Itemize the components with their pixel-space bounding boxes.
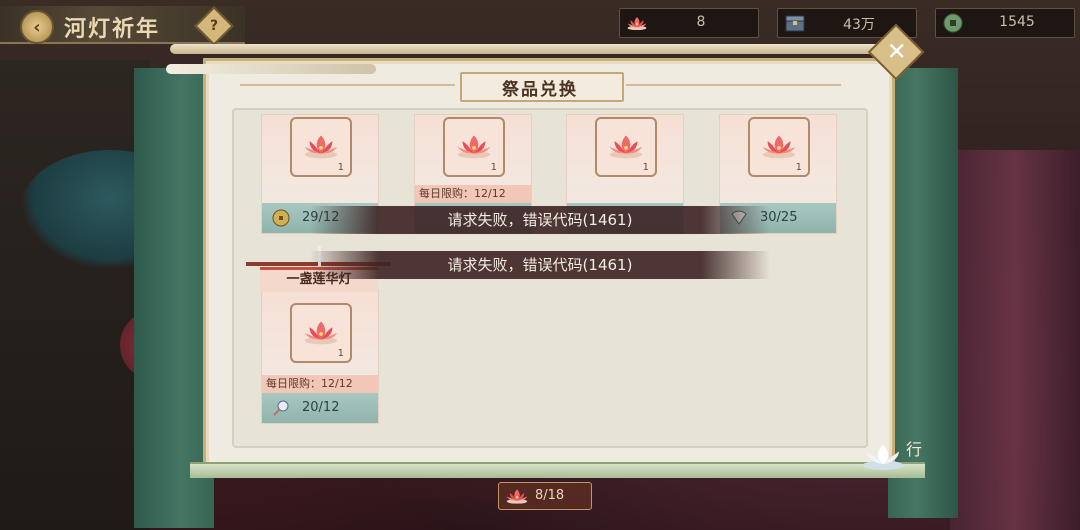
- close-icon: ✕: [886, 37, 907, 66]
- lantern-counter-value: 8/18: [535, 488, 565, 503]
- page-title: 河灯祈年: [64, 16, 161, 42]
- resource-value: 1545: [999, 14, 1035, 30]
- item-cost-value: 20/12: [302, 400, 340, 415]
- item-quantity: 1: [337, 348, 344, 359]
- jade-coin-icon: [943, 13, 963, 33]
- item-icon-frame: 1: [595, 117, 657, 177]
- treasure-chest-icon: [785, 15, 805, 32]
- title-divider-left: [240, 84, 455, 86]
- item-icon-frame: 1: [748, 117, 810, 177]
- item-quantity: 1: [337, 162, 344, 173]
- item-quantity: 1: [795, 162, 802, 173]
- lotus-lantern-icon: [505, 487, 529, 505]
- scroll-roll-top: [170, 44, 915, 54]
- daily-limit-label: 每日限购：12/12: [415, 185, 531, 203]
- resource-value: 8: [696, 14, 706, 30]
- resource-lotus-lantern: 8: [619, 8, 759, 38]
- white-lotus-decoration: [862, 444, 904, 470]
- error-toast: 请求失败，错误代码(1461): [310, 251, 770, 279]
- background-drape: [950, 150, 1080, 530]
- daily-limit-label: 每日限购：12/12: [262, 375, 378, 393]
- resource-jade-coin: 1545: [935, 8, 1075, 38]
- lotus-lantern-icon: [760, 133, 798, 159]
- help-icon: ?: [209, 18, 219, 34]
- error-toast: 请求失败，错误代码(1461): [310, 206, 770, 234]
- lotus-lantern-icon: [455, 133, 493, 159]
- item-icon-frame: 1: [443, 117, 505, 177]
- side-button-label[interactable]: 行: [906, 436, 922, 460]
- item-cost: 20/12: [262, 393, 378, 423]
- panel-title: 祭品兑换: [502, 80, 578, 100]
- item-quantity: 1: [490, 162, 497, 173]
- title-divider-right: [626, 84, 841, 86]
- background-shelf: [0, 60, 150, 530]
- lantern-counter: 8/18: [498, 482, 592, 510]
- scroll-roll-bottom: [190, 462, 925, 478]
- item-icon-frame: 1: [290, 117, 352, 177]
- lotus-lantern-icon: [626, 13, 648, 33]
- item-quantity: 1: [642, 162, 649, 173]
- rattle-icon: [273, 400, 289, 416]
- back-arrow-icon: ‹: [33, 16, 41, 38]
- lotus-lantern-icon: [607, 133, 645, 159]
- lotus-lantern-icon: [302, 319, 340, 345]
- lotus-lantern-icon: [302, 133, 340, 159]
- scroll-roll-handle: [166, 64, 376, 74]
- exchange-item-card[interactable]: 1 每日限购：12/12 20/12: [261, 290, 379, 424]
- back-button[interactable]: ‹: [20, 10, 54, 44]
- gold-coin-icon: [272, 209, 290, 227]
- item-icon-frame: 1: [290, 303, 352, 363]
- screen-frame-left: [134, 68, 214, 528]
